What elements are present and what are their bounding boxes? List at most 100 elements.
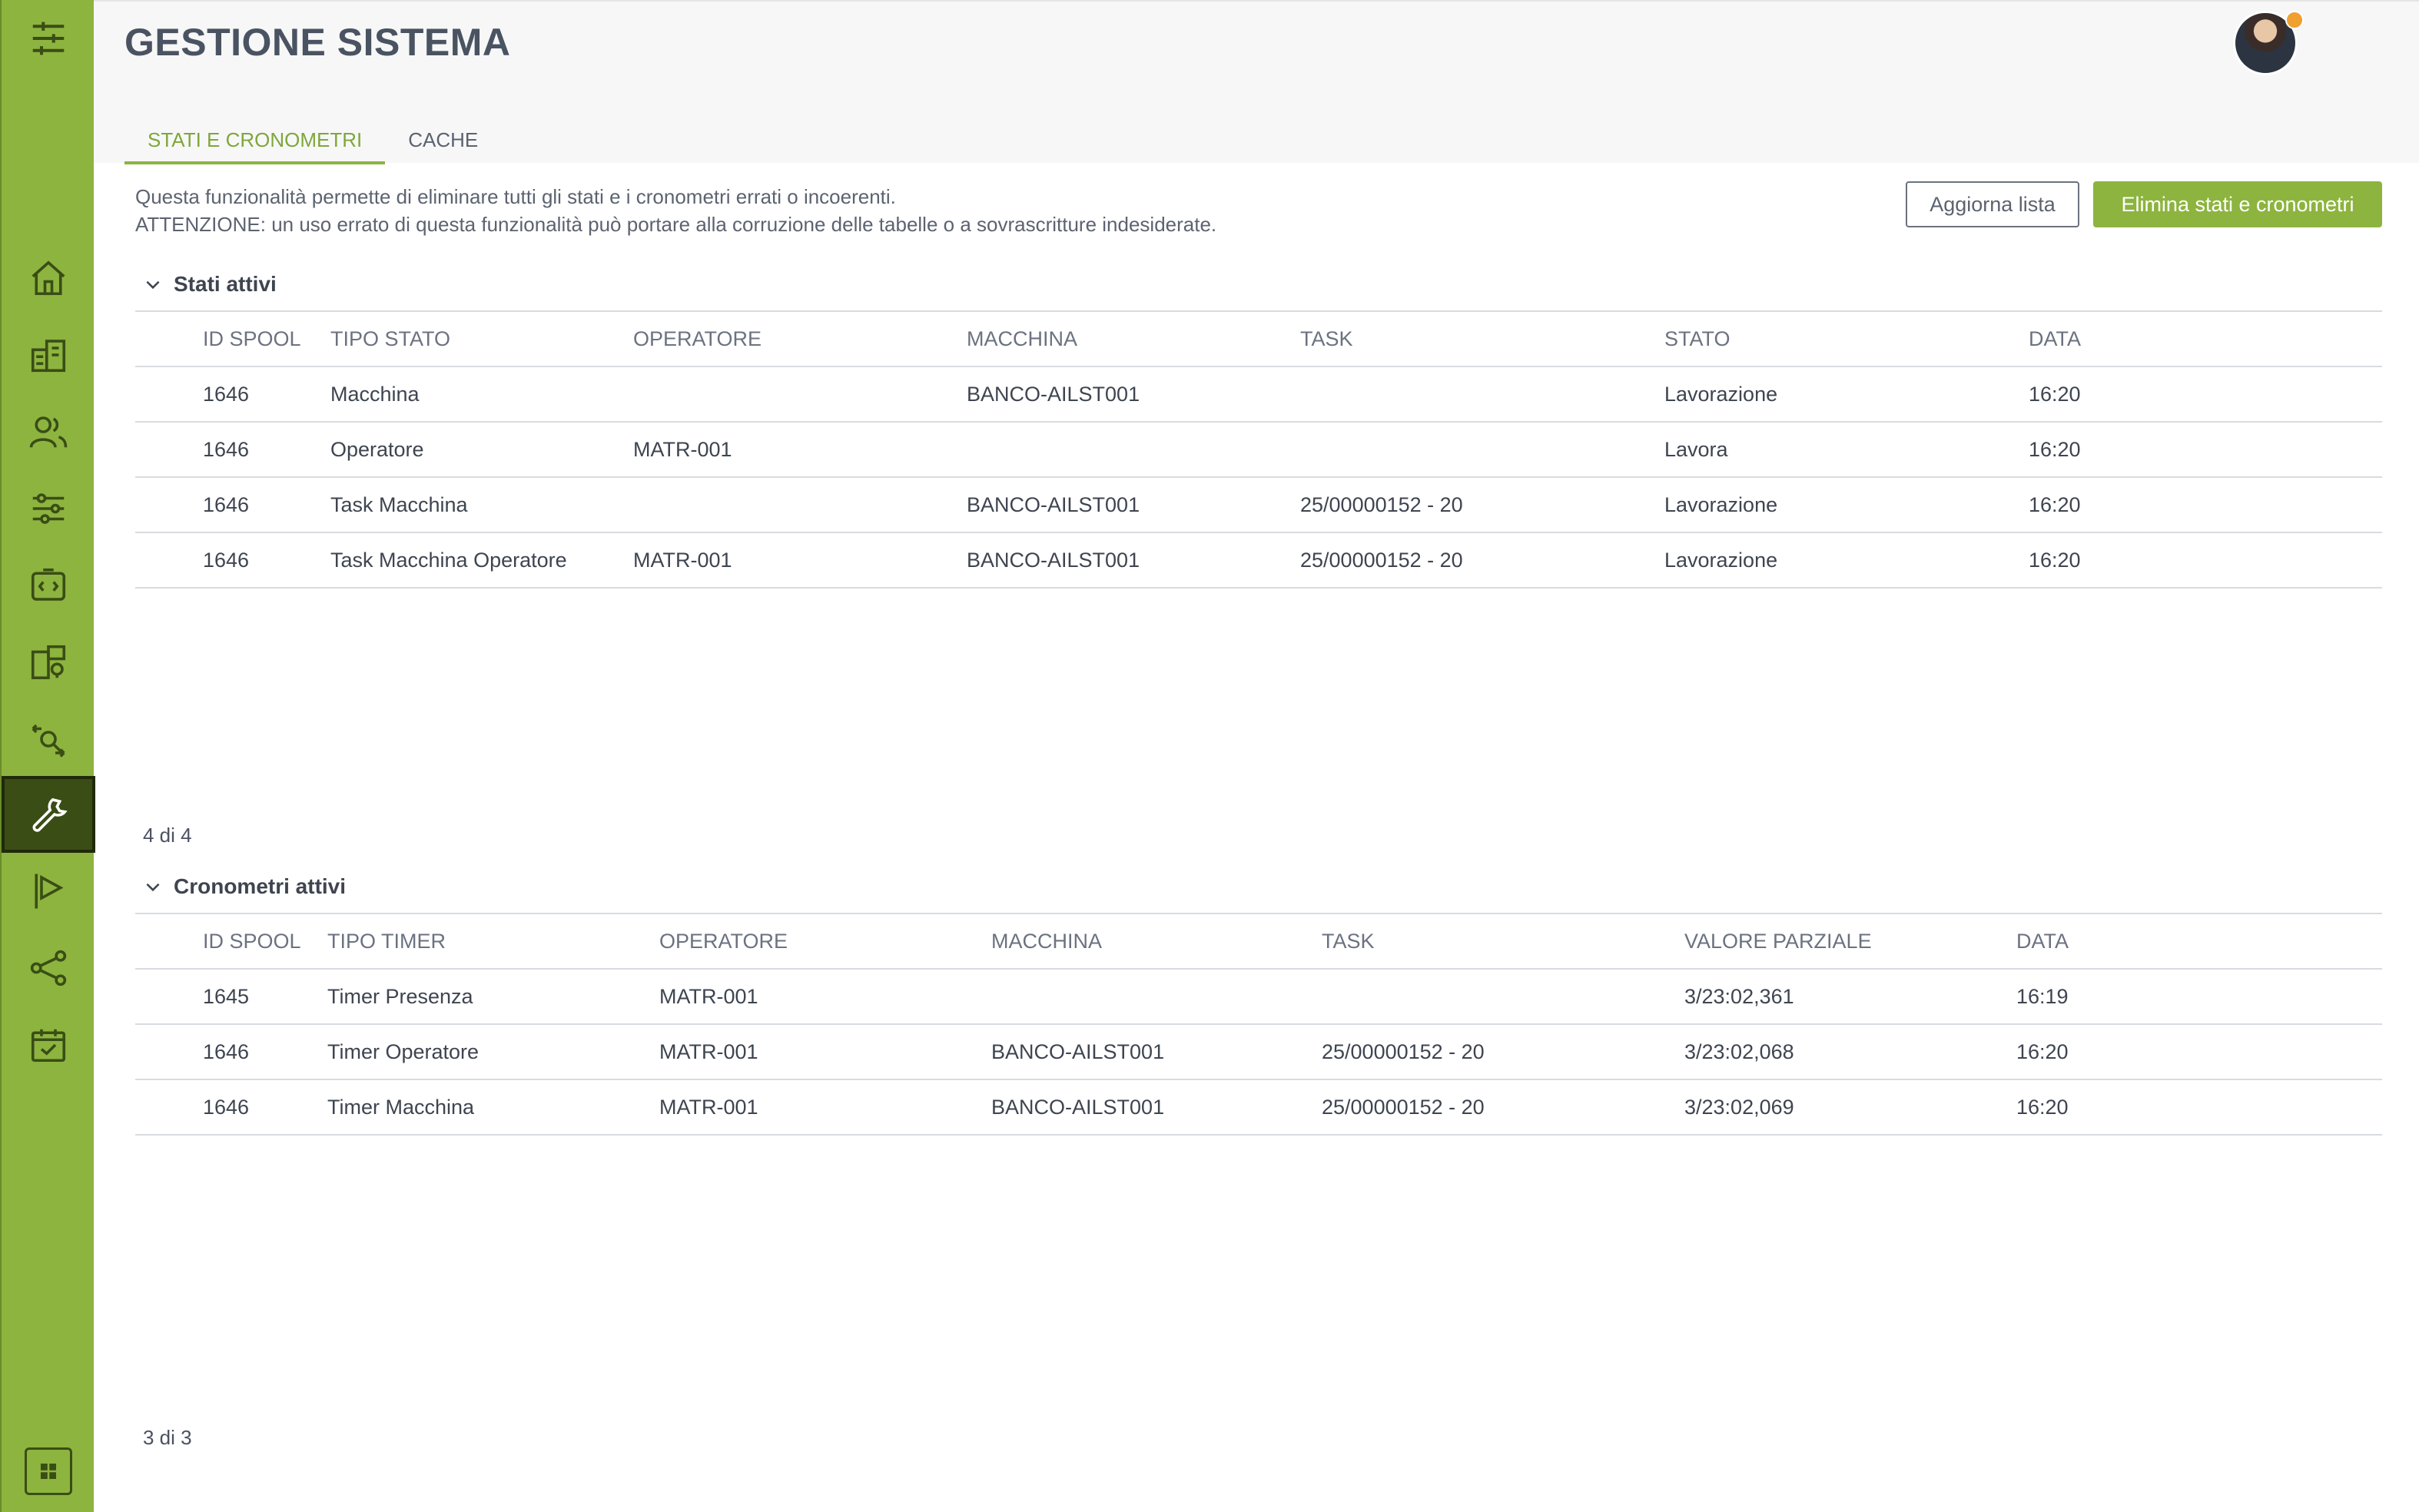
column-header[interactable]: MACCHINA: [967, 310, 1300, 367]
page-header: GESTIONE SISTEMA STATI E CRONOMETRI CACH…: [94, 0, 2419, 164]
column-header[interactable]: DATA: [2029, 310, 2382, 367]
timers-section-title: Cronometri attivi: [174, 874, 347, 898]
users-icon: [29, 416, 68, 448]
table-cell: 25/00000152 - 20: [1322, 1024, 1684, 1080]
table-cell: MATR-001: [633, 422, 967, 478]
page-title: GESTIONE SISTEMA: [124, 21, 511, 64]
table-header-row: ID SPOOL TIPO TIMER OPERATORE MACCHINA TASK V…: [135, 913, 2382, 970]
chevron-down-icon: [146, 883, 160, 892]
table-cell: Task Macchina Operatore: [330, 532, 633, 589]
column-header[interactable]: OPERATORE: [633, 310, 967, 367]
column-header[interactable]: ID SPOOL: [135, 913, 327, 970]
table-cell: Lavorazione: [1664, 532, 2029, 589]
column-header[interactable]: TASK: [1322, 913, 1684, 970]
avatar-badge: [2285, 11, 2304, 29]
timers-table: ID SPOOL TIPO TIMER OPERATORE MACCHINA TASK V…: [135, 913, 2382, 1136]
home-icon: [32, 260, 65, 296]
states-section-title: Stati attivi: [174, 272, 277, 296]
delete-states-timers-button[interactable]: Elimina stati e cronometri: [2093, 181, 2382, 227]
table-cell: 1646: [135, 532, 330, 589]
sidebar-item-plants[interactable]: [2, 317, 95, 393]
column-header[interactable]: TASK: [1300, 310, 1664, 367]
wrench-icon: [32, 797, 68, 832]
table-cell: Timer Operatore: [327, 1024, 659, 1080]
filter-sliders-icon: [32, 22, 65, 55]
table-row[interactable]: 1646 Timer Macchina MATR-001 BANCO-AILST001…: [135, 1079, 2382, 1136]
column-header[interactable]: STATO: [1664, 310, 2029, 367]
table-row[interactable]: 1646 Task Macchina BANCO-AILST001 25/000001…: [135, 477, 2382, 533]
sidebar-item-transfer[interactable]: [2, 701, 95, 778]
timers-section-header[interactable]: Cronometri attivi: [143, 874, 346, 899]
grid-icon: [41, 1464, 56, 1479]
table-cell: 1645: [135, 969, 327, 1025]
table-row[interactable]: 1646 Task Macchina Operatore MATR-001 BANCO…: [135, 532, 2382, 589]
warning-line: ATTENZIONE: un uso errato di questa funz…: [135, 213, 1217, 236]
table-cell: Timer Macchina: [327, 1079, 659, 1136]
table-cell: 1646: [135, 1079, 327, 1136]
sidebar-item-home[interactable]: [2, 240, 95, 317]
sidebar-item-devices[interactable]: [2, 624, 95, 701]
share-icon: [30, 950, 67, 986]
table-cell: 25/00000152 - 20: [1300, 532, 1664, 589]
tab-cache[interactable]: CACHE: [385, 109, 501, 164]
table-cell: BANCO-AILST001: [991, 1024, 1322, 1080]
states-section-header[interactable]: Stati attivi: [143, 272, 277, 297]
table-cell: MATR-001: [659, 969, 991, 1025]
info-line: Questa funzionalità permette di eliminar…: [135, 185, 896, 208]
sidebar-item-calendar[interactable]: [2, 1006, 95, 1083]
table-cell: 16:20: [2016, 1024, 2382, 1080]
column-header[interactable]: OPERATORE: [659, 913, 991, 970]
chevron-down-icon: [146, 280, 160, 290]
table-cell: Lavorazione: [1664, 366, 2029, 423]
table-cell: 16:20: [2016, 1079, 2382, 1136]
table-cell: [633, 366, 967, 423]
device-tree-icon: [31, 645, 66, 680]
sidebar-item-settings[interactable]: [2, 470, 95, 547]
table-cell: Macchina: [330, 366, 633, 423]
table-cell: 3/23:02,068: [1684, 1024, 2016, 1080]
column-header[interactable]: TIPO STATO: [330, 310, 633, 367]
building-icon: [31, 340, 66, 373]
sidebar-item-flag[interactable]: [2, 853, 95, 930]
table-row[interactable]: 1646 Operatore MATR-001 Lavora 16:20: [135, 422, 2382, 478]
sidebar: [0, 0, 95, 1512]
timers-counter: 3 di 3: [143, 1426, 192, 1449]
table-cell: 16:20: [2029, 477, 2382, 533]
table-row[interactable]: 1645 Timer Presenza MATR-001 3/23:02,361 16:…: [135, 969, 2382, 1025]
table-cell: 16:20: [2029, 422, 2382, 478]
sidebar-item-code[interactable]: [2, 547, 95, 624]
table-cell: 1646: [135, 422, 330, 478]
tab-stati-cronometri[interactable]: STATI E CRONOMETRI: [124, 109, 386, 164]
column-header[interactable]: DATA: [2016, 913, 2382, 970]
refresh-list-button[interactable]: Aggiorna lista: [1906, 181, 2079, 227]
table-cell: 1646: [135, 1024, 327, 1080]
table-cell: Timer Presenza: [327, 969, 659, 1025]
table-cell: [1300, 366, 1664, 423]
table-cell: BANCO-AILST001: [991, 1079, 1322, 1136]
tab-bar: STATI E CRONOMETRI CACHE: [124, 109, 501, 164]
table-cell: MATR-001: [633, 532, 967, 589]
info-description: Questa funzionalità permette di eliminar…: [135, 183, 1216, 238]
code-badge-icon: [31, 568, 66, 601]
column-header[interactable]: TIPO TIMER: [327, 913, 659, 970]
search-transfer-icon: [32, 724, 65, 758]
apps-grid-button[interactable]: [25, 1447, 72, 1495]
table-cell: 3/23:02,069: [1684, 1079, 2016, 1136]
table-cell: 1646: [135, 366, 330, 423]
column-header[interactable]: MACCHINA: [991, 913, 1322, 970]
column-header[interactable]: VALORE PARZIALE: [1684, 913, 2016, 970]
table-row[interactable]: 1646 Macchina BANCO-AILST001 Lavorazione 16:…: [135, 366, 2382, 423]
table-cell: [1322, 969, 1684, 1025]
sidebar-item-filter[interactable]: [2, 0, 95, 77]
table-cell: [1300, 422, 1664, 478]
sidebar-item-share[interactable]: [2, 930, 95, 1006]
table-cell: 1646: [135, 477, 330, 533]
column-header[interactable]: ID SPOOL: [135, 310, 330, 367]
states-table: ID SPOOL TIPO STATO OPERATORE MACCHINA TASK S…: [135, 310, 2382, 589]
table-row[interactable]: 1646 Timer Operatore MATR-001 BANCO-AILST00…: [135, 1024, 2382, 1080]
sidebar-item-system[interactable]: [2, 776, 95, 853]
sidebar-item-users[interactable]: [2, 393, 95, 470]
table-cell: BANCO-AILST001: [967, 532, 1300, 589]
states-counter: 4 di 4: [143, 824, 192, 847]
table-cell: 25/00000152 - 20: [1300, 477, 1664, 533]
